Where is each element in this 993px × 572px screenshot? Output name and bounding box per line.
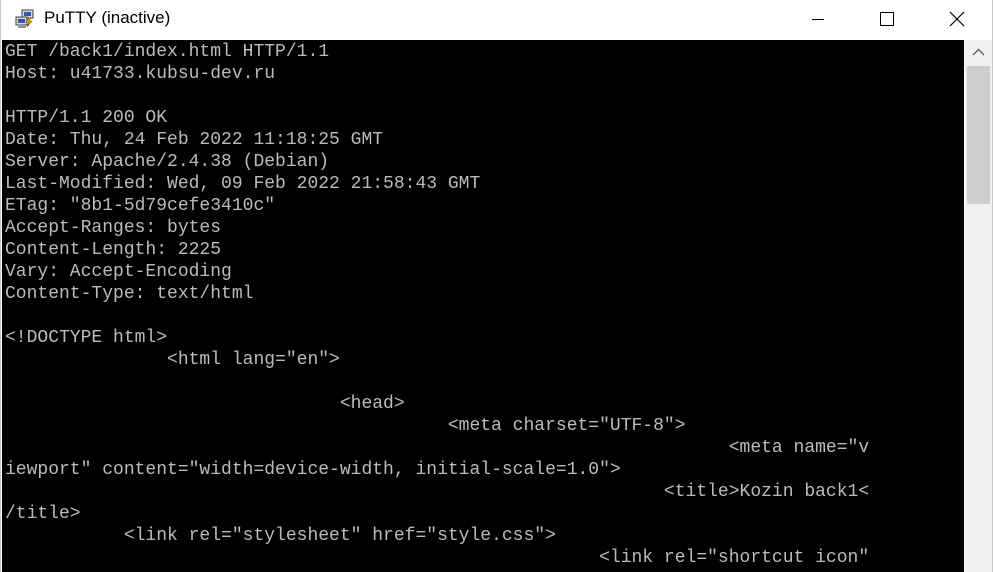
terminal-line: Last-Modified: Wed, 09 Feb 2022 21:58:43…: [5, 174, 481, 194]
terminal-line: GET /back1/index.html HTTP/1.1: [5, 42, 330, 62]
terminal-line: Accept-Ranges: bytes: [5, 218, 222, 238]
putty-window: PuTTY (inactive) GET /back1/index.html H…: [0, 0, 993, 572]
terminal-area[interactable]: GET /back1/index.html HTTP/1.1 Host: u417…: [2, 40, 964, 572]
terminal-line: ETag: "8b1-5d79cefe3410c": [5, 196, 276, 216]
terminal-output: GET /back1/index.html HTTP/1.1 Host: u417…: [5, 41, 869, 569]
close-icon: [949, 11, 965, 27]
scroll-up-button[interactable]: [965, 40, 992, 65]
terminal-line: <head>: [5, 394, 405, 414]
close-button[interactable]: [934, 0, 980, 38]
minimize-icon: [812, 19, 824, 20]
terminal-line: HTTP/1.1 200 OK: [5, 108, 168, 128]
minimize-button[interactable]: [795, 0, 841, 38]
terminal-line: Server: Apache/2.4.38 (Debian): [5, 152, 330, 172]
maximize-icon: [880, 12, 894, 26]
terminal-line: Content-Length: 2225: [5, 240, 222, 260]
title-bar[interactable]: PuTTY (inactive): [1, 0, 992, 38]
terminal-line: <!DOCTYPE html>: [5, 328, 168, 348]
terminal-line: Content-Type: text/html: [5, 284, 254, 304]
terminal-line: Vary: Accept-Encoding: [5, 262, 232, 282]
putty-computers-icon[interactable]: [15, 9, 37, 29]
terminal-line: <link rel="shortcut icon": [5, 548, 870, 568]
terminal-line: iewport" content="width=device-width, in…: [5, 460, 621, 480]
terminal-line: /title>: [5, 504, 81, 524]
scroll-thumb[interactable]: [967, 66, 990, 204]
terminal-line: <link rel="stylesheet" href="style.css">: [5, 526, 556, 546]
terminal-line: <title>Kozin back1<: [5, 482, 870, 502]
terminal-line: <meta charset="UTF-8">: [5, 416, 686, 436]
terminal-line: <meta name="v: [5, 438, 870, 458]
maximize-button[interactable]: [863, 0, 909, 38]
scroll-up-arrow-icon: [972, 48, 985, 56]
terminal-line: <html lang="en">: [5, 350, 340, 370]
terminal-line: Date: Thu, 24 Feb 2022 11:18:25 GMT: [5, 130, 384, 150]
terminal-line: Host: u41733.kubsu-dev.ru: [5, 64, 276, 84]
window-title: PuTTY (inactive): [44, 8, 171, 27]
vertical-scrollbar[interactable]: [965, 40, 992, 572]
